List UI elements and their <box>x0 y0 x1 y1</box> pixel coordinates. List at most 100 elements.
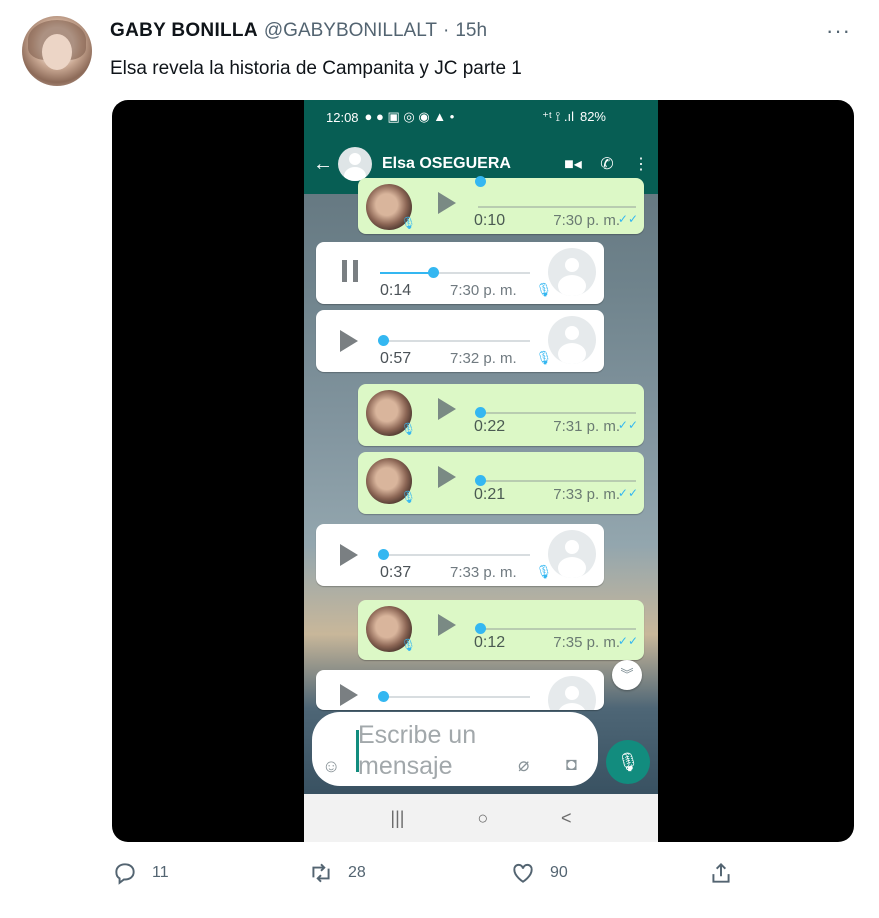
mic-icon: 🎙 <box>400 422 416 436</box>
read-ticks-icon: ✓✓ <box>617 212 638 226</box>
audio-duration: 0:57 <box>380 350 412 367</box>
audio-seek-knob[interactable] <box>475 407 486 418</box>
status-time: 12:08 <box>326 109 359 125</box>
play-icon[interactable] <box>340 544 358 566</box>
kebab-menu-icon[interactable]: ⋮ <box>624 154 658 174</box>
tweet-time[interactable]: 15h <box>455 20 487 42</box>
voice-message-incoming[interactable]: 0:57 7:32 p. m. 🎙 <box>316 310 604 372</box>
emoji-icon[interactable]: ☺ <box>322 756 340 777</box>
read-ticks-icon: ✓✓ <box>617 486 638 500</box>
mic-icon: 🎙 <box>535 350 552 365</box>
audio-duration: 0:37 <box>380 564 412 581</box>
audio-seek-knob[interactable] <box>475 176 486 187</box>
tweet-media-video[interactable]: 12:08 ● ● ▣ ◎ ◉ ▲ • ⁺ᵗ ⟟ .ıl 82% ← Elsa … <box>112 100 854 842</box>
sender-avatar: 🎙 <box>366 184 416 230</box>
play-icon[interactable] <box>438 614 456 636</box>
message-time: 7:31 p. m. <box>553 418 620 435</box>
tweet-header: GABY BONILLA @GABYBONILLALT · 15h <box>110 20 487 42</box>
voice-message-outgoing[interactable]: 🎙 0:22 7:31 p. m. ✓✓ <box>358 384 644 446</box>
video-call-icon[interactable]: ■◂ <box>556 154 590 174</box>
author-avatar[interactable] <box>22 16 92 86</box>
tweet-actions: 11 28 90 <box>108 860 748 894</box>
sender-avatar: 🎙 <box>366 606 416 652</box>
play-icon[interactable] <box>438 466 456 488</box>
battery-level: 82% <box>579 109 606 124</box>
mic-icon: 🎙 <box>400 638 416 652</box>
mic-icon: 🎙 <box>400 490 416 504</box>
voice-message-incoming[interactable]: 0:37 7:33 p. m. 🎙 <box>316 524 604 586</box>
reply-icon <box>115 863 135 885</box>
mic-icon: 🎙 <box>535 282 552 297</box>
share-button[interactable] <box>708 860 734 886</box>
voice-message-incoming[interactable]: 0:14 7:30 p. m. 🎙 <box>316 242 604 304</box>
mic-icon: 🎙 <box>400 216 416 230</box>
audio-seek-knob[interactable] <box>378 549 389 560</box>
recent-apps-icon[interactable]: ||| <box>390 808 404 829</box>
attach-icon[interactable]: ⌀ <box>518 754 529 777</box>
contact-name[interactable]: Elsa OSEGUERA <box>382 155 556 173</box>
audio-track[interactable] <box>478 206 636 208</box>
message-input[interactable]: ☺ Escribe un mensaje ⌀ ◘ <box>312 712 598 786</box>
message-input-placeholder: Escribe un mensaje <box>358 721 477 780</box>
like-count: 90 <box>550 864 568 881</box>
android-nav-bar: ||| ○ < <box>304 794 658 842</box>
audio-seek-knob[interactable] <box>427 267 439 278</box>
voice-message-outgoing[interactable]: 🎙 0:10 7:30 p. m. ✓✓ <box>358 176 644 234</box>
audio-track[interactable] <box>380 554 530 556</box>
camera-icon[interactable]: ◘ <box>566 754 577 775</box>
scroll-down-icon[interactable]: ︾ <box>612 660 642 690</box>
audio-duration: 0:10 <box>474 212 506 229</box>
back-icon[interactable]: < <box>561 808 572 829</box>
voice-message-incoming[interactable] <box>316 670 604 710</box>
play-icon[interactable] <box>438 398 456 420</box>
pause-icon[interactable] <box>342 260 360 282</box>
message-time: 7:33 p. m. <box>553 486 620 503</box>
status-icons: ● ● ▣ ◎ ◉ ▲ • <box>364 109 455 124</box>
message-time: 7:30 p. m. <box>553 212 620 229</box>
record-voice-button[interactable]: 🎙 <box>606 740 650 784</box>
arrow-left-icon[interactable]: ← <box>308 153 338 176</box>
sender-avatar: 🎙 <box>366 458 416 504</box>
audio-track[interactable] <box>478 628 636 630</box>
contact-avatar <box>548 530 596 578</box>
share-icon <box>712 862 730 883</box>
contact-avatar <box>548 248 596 296</box>
heart-icon <box>513 863 533 883</box>
play-icon[interactable] <box>340 684 358 706</box>
audio-track[interactable] <box>478 480 636 482</box>
message-time: 7:35 p. m. <box>553 634 620 651</box>
contact-avatar[interactable] <box>338 147 372 181</box>
voice-message-outgoing[interactable]: 🎙 0:12 7:35 p. m. ✓✓ <box>358 600 644 660</box>
voice-message-outgoing[interactable]: 🎙 0:21 7:33 p. m. ✓✓ <box>358 452 644 514</box>
audio-seek-knob[interactable] <box>378 691 389 702</box>
author-handle[interactable]: @GABYBONILLALT <box>264 20 437 42</box>
audio-track[interactable] <box>380 340 530 342</box>
audio-duration: 0:14 <box>380 282 412 299</box>
more-options-icon[interactable]: ··· <box>826 18 851 44</box>
audio-duration: 0:21 <box>474 486 506 503</box>
audio-seek-knob[interactable] <box>378 335 389 346</box>
audio-duration: 0:12 <box>474 634 506 651</box>
play-icon[interactable] <box>438 192 456 214</box>
tweet-text: Elsa revela la historia de Campanita y J… <box>110 58 522 79</box>
retweet-button[interactable]: 28 <box>308 860 366 886</box>
read-ticks-icon: ✓✓ <box>617 634 638 648</box>
audio-track[interactable] <box>380 696 530 698</box>
contact-avatar <box>548 316 596 364</box>
contact-avatar <box>548 676 596 710</box>
message-time: 7:32 p. m. <box>450 350 517 367</box>
reply-button[interactable]: 11 <box>112 860 169 886</box>
signal-icon: ⁺ᵗ ⟟ .ıl <box>542 109 574 124</box>
home-icon[interactable]: ○ <box>477 808 488 829</box>
phone-screenshot: 12:08 ● ● ▣ ◎ ◉ ▲ • ⁺ᵗ ⟟ .ıl 82% ← Elsa … <box>304 100 658 842</box>
phone-call-icon[interactable]: ✆ <box>590 154 624 174</box>
audio-seek-knob[interactable] <box>475 475 486 486</box>
play-icon[interactable] <box>340 330 358 352</box>
like-button[interactable]: 90 <box>510 860 568 886</box>
author-name[interactable]: GABY BONILLA <box>110 20 258 42</box>
mic-icon: 🎙 <box>535 564 552 579</box>
tweet: GABY BONILLA @GABYBONILLALT · 15h ··· El… <box>0 0 879 918</box>
audio-track[interactable] <box>478 412 636 414</box>
audio-seek-knob[interactable] <box>475 623 486 634</box>
audio-duration: 0:22 <box>474 418 506 435</box>
